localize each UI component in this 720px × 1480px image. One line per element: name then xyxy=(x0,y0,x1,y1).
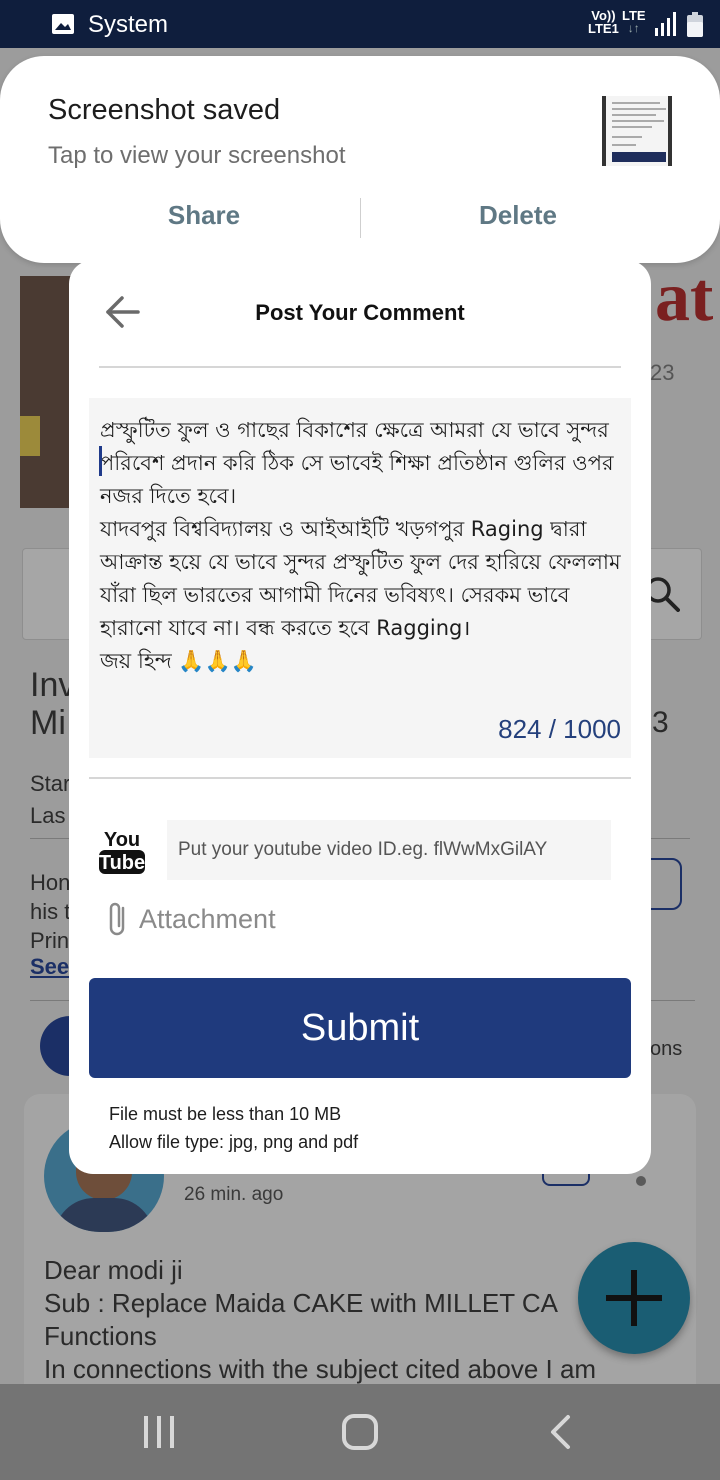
screenshot-title: Screenshot saved xyxy=(48,94,281,126)
para-line: his t xyxy=(30,899,71,924)
screenshot-saved-popup[interactable]: Screenshot saved Tap to view your screen… xyxy=(0,56,720,263)
notification-app-label: System xyxy=(88,11,169,38)
comment-text: প্রস্ফুটিত ফুল ও গাছের বিকাশের ক্ষেত্রে … xyxy=(100,418,621,673)
recents-icon[interactable] xyxy=(142,1414,176,1450)
meta-line: Las xyxy=(30,803,66,828)
para-line: Prin xyxy=(30,928,70,953)
back-icon[interactable] xyxy=(548,1414,574,1450)
see-more-link[interactable]: See xyxy=(30,954,69,980)
background-title-number: 3 xyxy=(652,706,669,739)
post-body: Dear modi ji Sub : Replace Maida CAKE wi… xyxy=(44,1254,596,1384)
paperclip-icon[interactable] xyxy=(107,900,131,938)
character-counter: 824 / 1000 xyxy=(498,714,621,744)
lte1-label: LTE1 xyxy=(588,21,619,36)
banner-logo-text: at xyxy=(655,259,714,336)
attachment-button[interactable]: Attachment xyxy=(139,904,276,935)
status-bar: System Vo)) LTE1 LTE ↓↑ xyxy=(0,0,720,48)
banner-year: 23 xyxy=(650,360,675,385)
background-description: Hon his t Prin xyxy=(30,868,70,955)
action-divider xyxy=(360,198,361,238)
dialog-title: Post Your Comment xyxy=(255,300,465,325)
background-tab-label[interactable]: ons xyxy=(650,1038,682,1061)
add-post-fab[interactable] xyxy=(578,1242,690,1354)
data-arrows-icon: ↓↑ xyxy=(627,21,640,35)
youtube-icon: You Tube xyxy=(99,829,145,874)
divider xyxy=(99,366,621,368)
background-meta: Star Las xyxy=(30,768,70,832)
system-nav-bar xyxy=(0,1384,720,1480)
submit-button[interactable]: Submit xyxy=(89,978,631,1078)
screenshot-subtitle[interactable]: Tap to view your screenshot xyxy=(48,142,345,170)
youtube-id-input[interactable] xyxy=(167,820,611,880)
meta-line: Star xyxy=(30,771,71,796)
svg-text:Tube: Tube xyxy=(99,852,145,874)
divider xyxy=(89,777,631,779)
share-button[interactable]: Share xyxy=(104,200,304,231)
file-size-note: File must be less than 10 MB xyxy=(109,1104,342,1124)
para-line: Hon xyxy=(30,870,71,895)
post-line: Dear modi ji xyxy=(44,1255,183,1285)
image-icon xyxy=(52,14,74,34)
post-timestamp: 26 min. ago xyxy=(184,1184,284,1205)
post-line: In connections with the subject cited ab… xyxy=(44,1354,597,1384)
lte-indicator: LTE ↓↑ xyxy=(622,9,646,35)
signal-icon xyxy=(655,12,676,36)
volte-indicator: Vo)) LTE1 xyxy=(588,9,619,35)
comment-textarea[interactable]: প্রস্ফুটিত ফুল ও গাছের বিকাশের ক্ষেত্রে … xyxy=(89,398,631,758)
svg-text:You: You xyxy=(104,829,140,851)
battery-icon xyxy=(687,12,703,37)
text-caret xyxy=(99,446,102,476)
post-line: Functions xyxy=(44,1321,157,1351)
post-line: Sub : Replace Maida CAKE with MILLET CA xyxy=(44,1288,558,1318)
file-requirements: File must be less than 10 MB Allow file … xyxy=(109,1100,358,1156)
more-options-icon[interactable] xyxy=(636,1176,646,1186)
post-comment-dialog: Post Your Comment প্রস্ফুটিত ফুল ও গাছের… xyxy=(69,260,651,1174)
file-type-note: Allow file type: jpg, png and pdf xyxy=(109,1132,359,1152)
plus-icon xyxy=(606,1270,662,1326)
delete-button[interactable]: Delete xyxy=(418,200,618,231)
home-icon[interactable] xyxy=(341,1414,379,1450)
screenshot-thumbnail[interactable] xyxy=(602,96,672,166)
